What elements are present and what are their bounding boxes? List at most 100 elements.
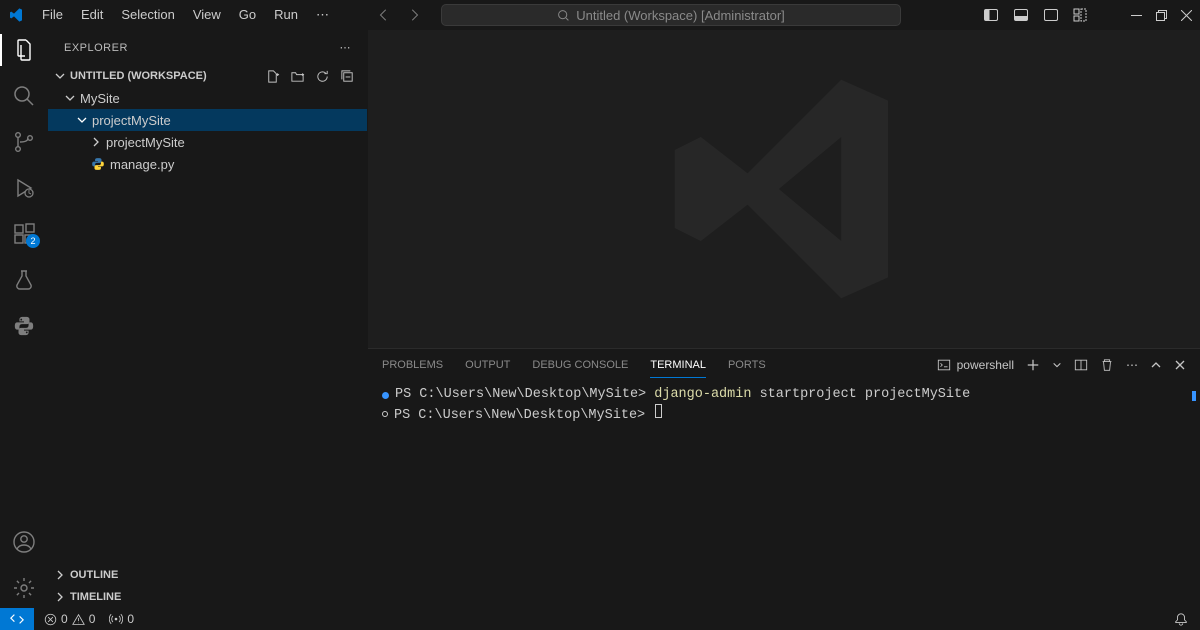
activity-bar: 2 [0,30,48,608]
terminal-command: django-admin [654,387,751,402]
layout-right-icon[interactable] [1043,7,1059,23]
activity-accounts-icon[interactable] [12,530,36,554]
tree-label: projectMySite [106,135,185,150]
terminal-body[interactable]: PS C:\Users\New\Desktop\MySite> django-a… [368,381,1200,608]
shell-label: powershell [957,358,1014,372]
activity-python-icon[interactable] [12,314,36,338]
terminal-prompt: PS C:\Users\New\Desktop\MySite> [394,408,653,423]
refresh-icon[interactable] [315,69,330,84]
activity-extensions-icon[interactable]: 2 [12,222,36,246]
outline-section[interactable]: OUTLINE [48,564,367,586]
chevron-down-icon [64,92,80,104]
tab-ports[interactable]: PORTS [728,353,766,377]
outline-label: OUTLINE [70,569,118,581]
error-icon [44,613,57,626]
status-ports[interactable]: 0 [109,612,134,626]
activity-explorer-icon[interactable] [12,38,36,62]
bell-icon [1174,612,1188,626]
window-close-icon[interactable] [1181,10,1192,21]
extensions-badge: 2 [26,234,40,248]
menu-selection[interactable]: Selection [113,3,182,27]
command-center-label: Untitled (Workspace) [Administrator] [576,8,785,23]
terminal-cursor [655,404,662,418]
file-tree: MySite projectMySite projectMySite manag… [48,87,367,175]
activity-settings-icon[interactable] [12,576,36,600]
nav-back-icon[interactable] [377,8,391,22]
terminal-prompt: PS C:\Users\New\Desktop\MySite> [395,387,654,402]
layout-bottom-icon[interactable] [1013,7,1029,23]
activity-source-control-icon[interactable] [12,130,36,154]
close-panel-icon[interactable] [1174,359,1186,371]
broadcast-icon [109,612,123,626]
terminal-line: PS C:\Users\New\Desktop\MySite> django-a… [382,387,1186,404]
remote-indicator[interactable] [0,608,34,630]
bottom-panel: PROBLEMS OUTPUT DEBUG CONSOLE TERMINAL P… [368,348,1200,608]
menu-edit[interactable]: Edit [73,3,111,27]
tree-file-managepy[interactable]: manage.py [48,153,367,175]
python-file-icon [90,157,106,171]
search-icon [557,9,570,22]
new-file-icon[interactable] [265,69,280,84]
tree-folder-projectmysite[interactable]: projectMySite [48,109,367,131]
tree-label: MySite [80,91,120,106]
editor-empty [368,30,1200,348]
warning-icon [72,613,85,626]
customize-layout-icon[interactable] [1073,7,1089,23]
tree-folder-projectmysite-inner[interactable]: projectMySite [48,131,367,153]
title-bar: File Edit Selection View Go Run ⋯ Untitl… [0,0,1200,30]
menu-view[interactable]: View [185,3,229,27]
chevron-right-icon [54,591,66,603]
tree-label: projectMySite [92,113,171,128]
activity-testing-icon[interactable] [12,268,36,292]
activity-search-icon[interactable] [12,84,36,108]
terminal-line: PS C:\Users\New\Desktop\MySite> [382,404,1186,425]
menu-go[interactable]: Go [231,3,264,27]
command-center[interactable]: Untitled (Workspace) [Administrator] [441,4,901,26]
workspace-label: UNTITLED (WORKSPACE) [70,70,207,82]
workspace-section-header[interactable]: UNTITLED (WORKSPACE) [48,65,367,87]
terminal-marker-icon [382,411,388,417]
chevron-right-icon [90,136,106,148]
terminal-scroll-marker [1192,391,1196,401]
window-maximize-icon[interactable] [1156,10,1167,21]
new-folder-icon[interactable] [290,69,305,84]
activity-run-debug-icon[interactable] [12,176,36,200]
status-bar: 0 0 0 [0,608,1200,630]
terminal-args: startproject projectMySite [751,387,970,402]
error-count: 0 [61,612,68,626]
chevron-down-icon [76,114,92,126]
menu-run[interactable]: Run [266,3,306,27]
status-problems[interactable]: 0 0 [44,612,95,626]
timeline-section[interactable]: TIMELINE [48,586,367,608]
maximize-panel-icon[interactable] [1150,359,1162,371]
status-notifications[interactable] [1174,612,1188,626]
menu-more[interactable]: ⋯ [308,3,337,27]
nav-arrows [377,8,421,22]
terminal-dropdown-icon[interactable] [1052,360,1062,370]
panel-tabs: PROBLEMS OUTPUT DEBUG CONSOLE TERMINAL P… [368,349,1200,381]
explorer-more-icon[interactable]: ⋯ [340,41,352,54]
tab-terminal[interactable]: TERMINAL [650,353,706,378]
vscode-logo-icon [8,7,24,23]
tree-label: manage.py [110,157,174,172]
vscode-watermark-icon [654,59,914,319]
editor-area: PROBLEMS OUTPUT DEBUG CONSOLE TERMINAL P… [368,30,1200,608]
terminal-shell-selector[interactable]: powershell [937,358,1014,372]
window-minimize-icon[interactable] [1131,10,1142,21]
layout-left-icon[interactable] [983,7,999,23]
chevron-down-icon [54,70,66,82]
nav-forward-icon[interactable] [407,8,421,22]
tree-folder-mysite[interactable]: MySite [48,87,367,109]
tab-debug-console[interactable]: DEBUG CONSOLE [532,353,628,377]
tab-output[interactable]: OUTPUT [465,353,510,377]
menu-file[interactable]: File [34,3,71,27]
explorer-title: EXPLORER [64,42,128,54]
new-terminal-icon[interactable] [1026,358,1040,372]
main-menu: File Edit Selection View Go Run ⋯ [34,3,337,27]
collapse-all-icon[interactable] [340,69,355,84]
panel-more-icon[interactable]: ⋯ [1126,358,1138,372]
split-terminal-icon[interactable] [1074,358,1088,372]
chevron-right-icon [54,569,66,581]
kill-terminal-icon[interactable] [1100,358,1114,372]
tab-problems[interactable]: PROBLEMS [382,353,443,377]
